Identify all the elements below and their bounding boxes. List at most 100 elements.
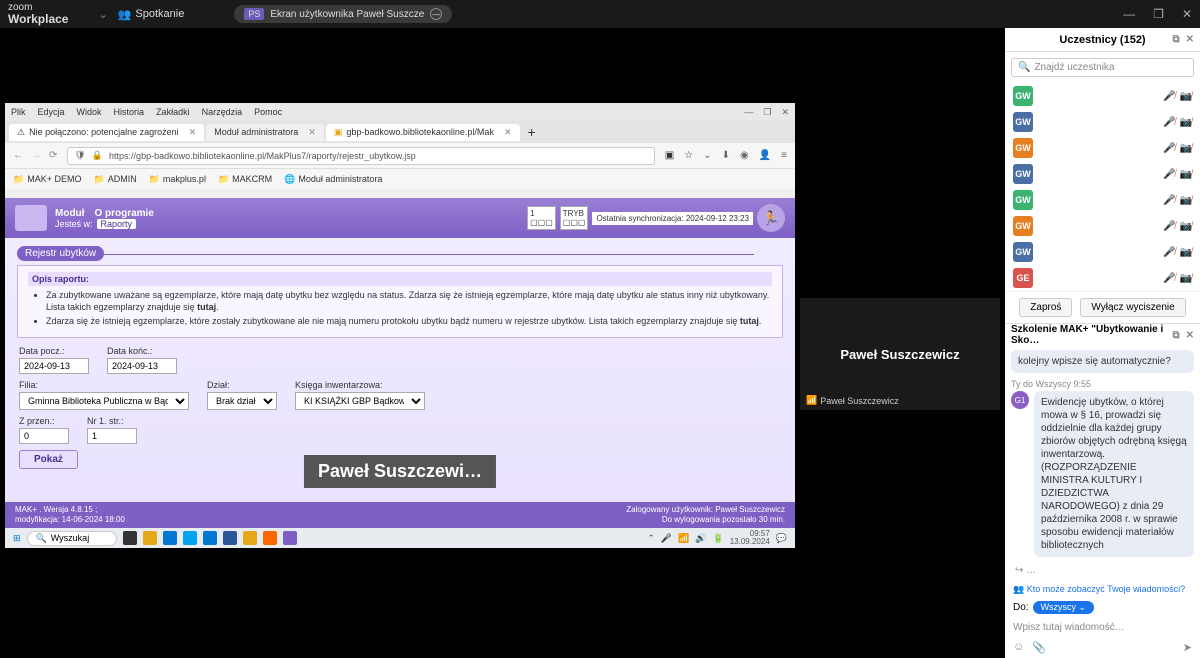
data-pocz-input[interactable] <box>19 358 89 374</box>
attach-icon[interactable]: 📎 <box>1032 641 1046 654</box>
start-button[interactable]: ⊞ <box>13 533 21 544</box>
taskbar-app-icon[interactable] <box>163 531 177 545</box>
menu-icon[interactable]: ≡ <box>781 150 787 161</box>
forward-button[interactable]: → <box>31 150 41 161</box>
tryb-box[interactable]: TRYB▢▢▢ <box>560 206 589 230</box>
account-icon[interactable]: 👤 <box>759 150 771 161</box>
avatar: GW <box>1013 112 1033 132</box>
address-bar[interactable]: 🛡 🔒 https://gbp-badkowo.bibliotekaonline… <box>67 147 654 165</box>
o-programie-link[interactable]: O programie <box>94 208 153 219</box>
emoji-icon[interactable]: ☺ <box>1013 641 1024 654</box>
tray-notification-icon[interactable]: 💬 <box>776 533 787 544</box>
modul-link[interactable]: Moduł <box>55 208 84 219</box>
invite-button[interactable]: Zaproś <box>1019 298 1072 317</box>
tray-battery-icon[interactable]: 🔋 <box>713 533 724 544</box>
popout-icon[interactable]: ⧉ <box>1172 34 1179 45</box>
presenter-badge: PS <box>244 8 264 20</box>
participant-row[interactable]: GW🎤̸📷̸ <box>1005 109 1200 135</box>
participant-row[interactable]: GE🎤̸📷̸ <box>1005 265 1200 291</box>
zprzen-input[interactable] <box>19 428 69 444</box>
mute-button[interactable]: Wyłącz wyciszenie <box>1080 298 1185 317</box>
sync-status: Ostatnia synchronizacja: 2024-09-12 23:2… <box>592 212 753 225</box>
popout-icon[interactable]: ⧉ <box>1172 330 1179 341</box>
tray-wifi-icon[interactable]: 📶 <box>678 533 689 544</box>
reader-icon[interactable]: ▣ <box>665 150 674 161</box>
taskbar-app-icon[interactable] <box>243 531 257 545</box>
window-maximize-button[interactable]: ❐ <box>1153 7 1164 21</box>
windows-taskbar: ⊞ 🔍Wyszukaj ⌃ 🎤 📶 🔊 <box>5 528 795 548</box>
pocket-icon[interactable]: ⌄ <box>703 150 711 161</box>
browser-tab-2[interactable]: Moduł administratora ✕ <box>206 124 324 141</box>
close-icon[interactable]: ✕ <box>1186 34 1194 45</box>
extension-icon[interactable]: ◉ <box>740 150 749 161</box>
firefox-close-icon[interactable]: ✕ <box>781 107 789 118</box>
download-icon[interactable]: ⬇ <box>722 150 730 161</box>
taskbar-app-icon[interactable] <box>283 531 297 545</box>
participant-row[interactable]: GW🎤̸📷̸ <box>1005 187 1200 213</box>
nr1-input[interactable] <box>87 428 137 444</box>
new-tab-button[interactable]: + <box>522 124 542 140</box>
taskbar-app-icon[interactable] <box>143 531 157 545</box>
search-icon: 🔍 <box>36 533 47 544</box>
window-minimize-button[interactable]: — <box>1123 7 1135 21</box>
firefox-maximize-icon[interactable]: ❐ <box>763 107 771 118</box>
taskbar-search[interactable]: 🔍Wyszukaj <box>27 531 117 546</box>
reaction-row[interactable]: ↪ … <box>1011 563 1194 578</box>
send-icon[interactable]: ➤ <box>1183 641 1192 654</box>
folder-icon: 📁 <box>13 174 24 185</box>
window-close-button[interactable]: ✕ <box>1182 7 1192 21</box>
breadcrumb-raporty[interactable]: Raporty <box>97 219 137 229</box>
reload-button[interactable]: ⟳ <box>49 150 57 161</box>
close-icon[interactable]: ✕ <box>308 127 316 138</box>
close-icon[interactable]: ✕ <box>189 127 197 138</box>
back-button[interactable]: ← <box>13 150 23 161</box>
ksiega-select[interactable]: KI KSIĄŻKI GBP Bądkowo <box>295 392 425 410</box>
taskbar-app-icon[interactable] <box>183 531 197 545</box>
chevron-down-icon[interactable]: ⌄ <box>98 8 107 21</box>
taskbar-clock[interactable]: 09:5713.09.2024 <box>730 530 770 546</box>
filia-select[interactable]: Gminna Biblioteka Publiczna w Bądkowie <box>19 392 189 410</box>
meeting-button[interactable]: 👥 Spotkanie <box>118 8 185 21</box>
avatar: GE <box>1013 268 1033 288</box>
star-icon[interactable]: ☆ <box>684 150 693 161</box>
folder-icon: ▣ <box>334 127 343 138</box>
app-header: Moduł O programie Jesteś w: Raporty 1▢▢▢… <box>5 198 795 238</box>
who-can-see-link[interactable]: 👥 Kto może zobaczyć Twoje wiadomości? <box>1005 582 1200 597</box>
tray-mic-icon[interactable]: 🎤 <box>661 533 672 544</box>
share-indicator[interactable]: PS Ekran użytkownika Paweł Suszcze — <box>234 5 452 23</box>
run-icon[interactable]: 🏃 <box>757 204 785 232</box>
taskbar-app-icon[interactable] <box>263 531 277 545</box>
data-konc-input[interactable] <box>107 358 177 374</box>
browser-tab-3[interactable]: ▣ gbp-badkowo.bibliotekaonline.pl/Mak ✕ <box>326 124 520 141</box>
tutaj-link-1[interactable]: tutaj <box>197 302 216 312</box>
participant-row[interactable]: GW🎤̸📷̸ <box>1005 135 1200 161</box>
tray-volume-icon[interactable]: 🔊 <box>695 533 706 544</box>
participant-search[interactable]: 🔍 Znajdź uczestnika <box>1011 58 1194 77</box>
participant-row[interactable]: GW🎤̸📷̸ <box>1005 161 1200 187</box>
participant-row[interactable]: GW🎤̸📷̸ <box>1005 239 1200 265</box>
chat-to-selector[interactable]: Wszyscy ⌄ <box>1033 601 1095 614</box>
pokaz-button[interactable]: Pokaż <box>19 450 78 469</box>
report-title: Rejestr ubytków <box>17 246 104 261</box>
warning-icon: ⚠ <box>17 127 25 138</box>
taskbar-app-icon[interactable] <box>203 531 217 545</box>
tutaj-link-2[interactable]: tutaj <box>740 316 759 326</box>
tray-chevron-icon[interactable]: ⌃ <box>647 533 655 544</box>
close-icon[interactable]: ✕ <box>1186 330 1194 341</box>
video-tile[interactable]: Paweł Suszczewicz 📶Paweł Suszczewicz <box>800 298 1000 410</box>
participant-row[interactable]: GW🎤̸📷̸ <box>1005 213 1200 239</box>
firefox-minimize-icon[interactable]: — <box>744 107 753 118</box>
browser-tab-1[interactable]: ⚠ Nie połączono: potencjalne zagrożeni ✕ <box>9 124 204 141</box>
participant-row[interactable]: GW🎤̸📷̸ <box>1005 83 1200 109</box>
avatar: GW <box>1013 164 1033 184</box>
taskbar-app-icon[interactable] <box>223 531 237 545</box>
stop-share-icon[interactable]: — <box>430 8 442 20</box>
shared-screen: Plik Edycja Widok Historia Zakładki Narz… <box>5 103 795 548</box>
browser-menubar: Plik Edycja Widok Historia Zakładki Narz… <box>5 103 795 121</box>
dzial-select[interactable]: Brak działu <box>207 392 277 410</box>
taskbar-app-icon[interactable] <box>123 531 137 545</box>
mic-muted-icon: 🎤̸ <box>1163 91 1175 102</box>
close-icon[interactable]: ✕ <box>504 127 512 138</box>
chat-input[interactable]: Wpisz tutaj wiadomość… <box>1005 618 1200 637</box>
folder-icon: 📁 <box>93 174 104 185</box>
